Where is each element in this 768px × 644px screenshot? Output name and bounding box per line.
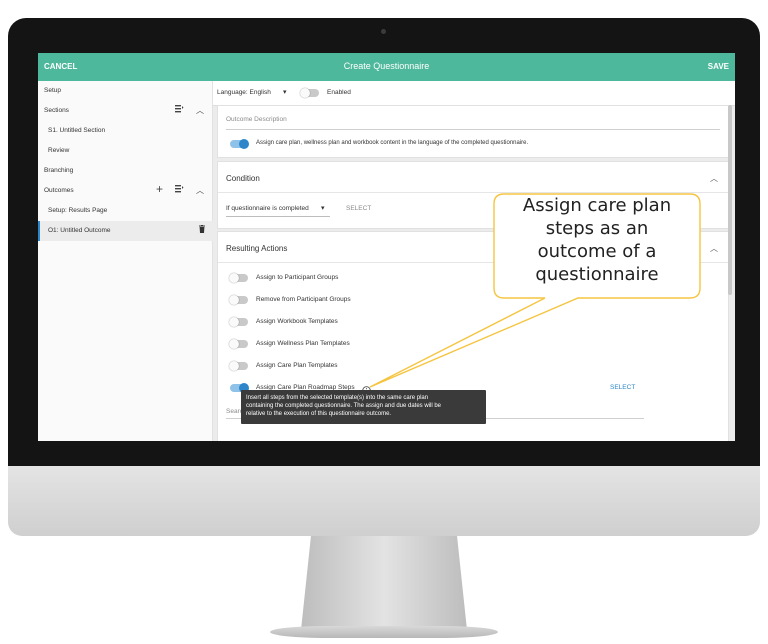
sidebar-item-outcome-1[interactable]: O1: Untitled Outcome	[38, 221, 214, 241]
condition-title: Condition	[226, 174, 260, 183]
dropdown-arrow-icon[interactable]: ▾	[321, 204, 325, 212]
action-label: Assign Care Plan Templates	[256, 362, 338, 369]
sidebar-item-sections[interactable]: Sections ︿	[38, 101, 212, 121]
workbook-templates-toggle[interactable]	[229, 317, 248, 327]
participant-groups-toggle[interactable]	[229, 273, 248, 283]
chevron-up-icon[interactable]: ︿	[710, 243, 718, 254]
sidebar-item-label: Setup	[44, 87, 61, 94]
callout-line: outcome of a	[537, 241, 657, 262]
sidebar-item-setup[interactable]: Setup	[38, 81, 212, 101]
save-button[interactable]: SAVE	[708, 62, 729, 71]
condition-select-button[interactable]: SELECT	[346, 205, 371, 212]
input-underline	[226, 216, 330, 217]
app-header: CANCEL Create Questionnaire SAVE	[38, 53, 735, 81]
remove-participant-groups-toggle[interactable]	[229, 295, 248, 305]
outcome-description-input[interactable]: Outcome Description	[226, 116, 287, 123]
sidebar-item-label: Branching	[44, 167, 74, 174]
enabled-label: Enabled	[327, 89, 351, 96]
language-select[interactable]: Language: English	[217, 89, 271, 96]
plus-icon[interactable]: +	[156, 182, 163, 196]
input-underline	[226, 129, 720, 130]
action-label: Assign Wellness Plan Templates	[256, 340, 350, 347]
action-label: Assign to Participant Groups	[256, 274, 339, 281]
roadmap-select-button[interactable]: SELECT	[610, 384, 635, 391]
assign-language-label: Assign care plan, wellness plan and work…	[256, 140, 529, 146]
sidebar-item-review[interactable]: Review	[38, 141, 212, 161]
monitor-chin	[8, 466, 760, 536]
page-title: Create Questionnaire	[343, 61, 430, 71]
sidebar-item-label: Review	[48, 147, 70, 154]
sidebar-item-label: S1. Untitled Section	[48, 127, 106, 134]
tooltip-line: Insert all steps from the selected templ…	[246, 395, 429, 401]
wellness-plan-templates-toggle[interactable]	[229, 339, 248, 349]
sidebar: Setup Sections ︿ S1. Untitled Section Re…	[38, 81, 214, 441]
language-bar: Language: English ▾ Enabled	[213, 81, 735, 106]
reorder-icon[interactable]	[175, 104, 184, 116]
trash-icon[interactable]	[199, 225, 205, 236]
divider	[218, 192, 728, 193]
reorder-icon[interactable]	[175, 184, 184, 196]
sidebar-item-setup-results[interactable]: Setup: Results Page	[38, 201, 212, 221]
care-plan-templates-toggle[interactable]	[229, 361, 248, 371]
sidebar-item-outcomes[interactable]: Outcomes + ︿	[38, 181, 212, 201]
sidebar-item-branching[interactable]: Branching	[38, 161, 212, 181]
dropdown-arrow-icon[interactable]: ▾	[283, 88, 287, 96]
chevron-up-icon[interactable]: ︿	[196, 185, 204, 196]
resulting-actions-title: Resulting Actions	[226, 244, 288, 253]
monitor-stand	[301, 536, 467, 630]
sidebar-item-label: Outcomes	[44, 187, 74, 194]
condition-dropdown[interactable]: If questionnaire is completed	[226, 205, 309, 212]
sidebar-item-label: Setup: Results Page	[48, 207, 108, 214]
monitor-stand-base	[270, 626, 498, 638]
sidebar-item-label: Sections	[44, 107, 69, 114]
scrollbar[interactable]	[728, 105, 732, 295]
action-label: Assign Workbook Templates	[256, 318, 338, 325]
sidebar-item-label: O1: Untitled Outcome	[48, 227, 111, 234]
enabled-toggle[interactable]	[300, 88, 319, 98]
assign-language-toggle[interactable]	[230, 139, 249, 149]
chevron-up-icon[interactable]: ︿	[196, 105, 204, 116]
action-label: Remove from Participant Groups	[256, 296, 351, 303]
callout-line: steps as an	[545, 218, 649, 239]
callout-line: Assign care plan	[522, 195, 672, 216]
chevron-up-icon[interactable]: ︿	[710, 173, 718, 184]
sidebar-item-section-1[interactable]: S1. Untitled Section	[38, 121, 212, 141]
roadmap-tooltip: Insert all steps from the selected templ…	[241, 390, 486, 424]
callout-line: questionnaire	[535, 264, 659, 285]
callout-text: Assign care plan steps as an outcome of …	[494, 194, 700, 286]
tooltip-line: relative to the execution of this questi…	[246, 411, 392, 417]
camera-dot	[381, 29, 386, 34]
outcome-description-card: Outcome Description Assign care plan, we…	[217, 105, 729, 158]
tooltip-line: containing the completed questionnaire. …	[246, 403, 442, 409]
